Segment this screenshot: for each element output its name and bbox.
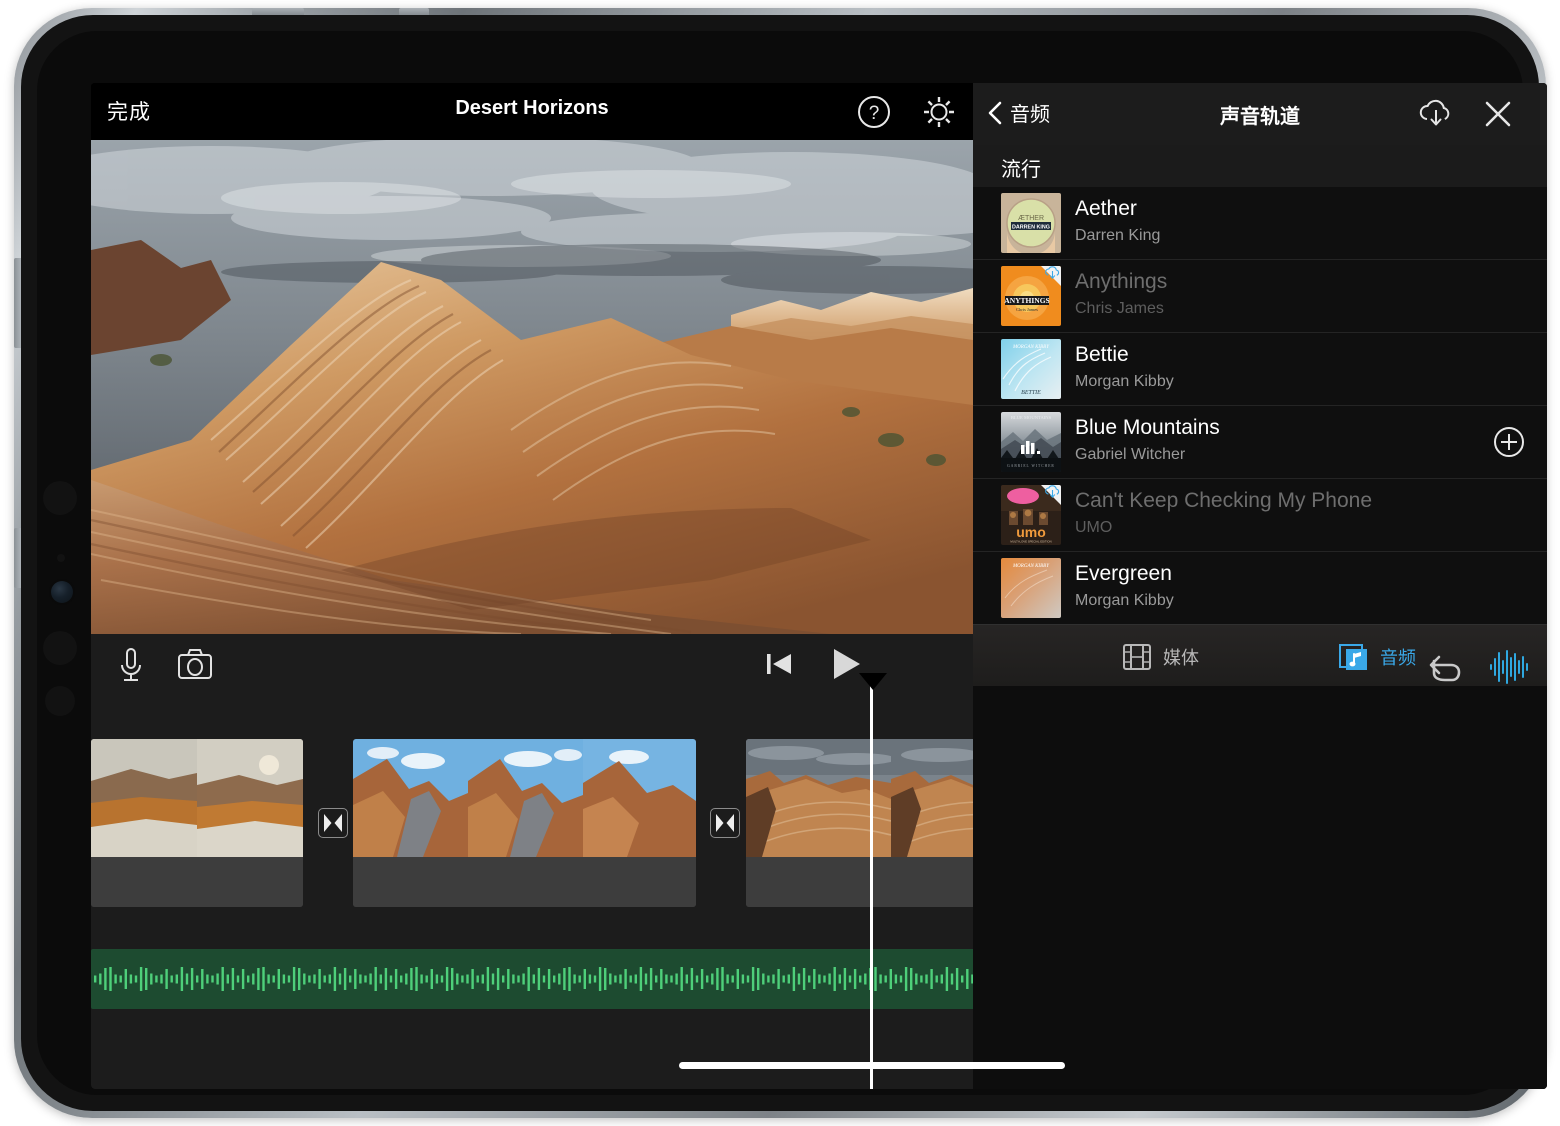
song-artist: Morgan Kibby <box>1075 592 1174 609</box>
transition-icon-2[interactable] <box>710 808 740 838</box>
clip-audio-row <box>353 857 696 907</box>
timeline[interactable] <box>91 650 1547 1089</box>
tab-audio-label: 音频 <box>1380 648 1416 668</box>
sensor-dot-upper <box>43 481 77 515</box>
song-artist: Morgan Kibby <box>1075 373 1174 390</box>
rewind-to-start-button[interactable] <box>761 646 797 682</box>
browser-title: 声音轨道 <box>1220 106 1300 128</box>
song-list[interactable]: ÆTHER DARREN KING Aether Darren King ANY… <box>973 187 1547 624</box>
album-art: umo MULTI-LOVE SPECIAL EDITION <box>1001 485 1061 545</box>
song-title: Anythings <box>1075 270 1168 293</box>
song-row[interactable]: ÆTHER DARREN KING Aether Darren King <box>973 187 1547 260</box>
audio-browser-pane: 音频 声音轨道 流行 ÆTHER DARREN KING Aether Darr… <box>973 83 1547 1089</box>
home-indicator[interactable] <box>679 1062 1065 1069</box>
undo-icon[interactable] <box>1424 647 1464 687</box>
audio-waveform-icon[interactable] <box>1487 647 1529 687</box>
help-icon[interactable]: ? <box>856 94 892 130</box>
svg-text:?: ? <box>869 103 880 124</box>
song-title: Bettie <box>1075 343 1129 366</box>
timeline-toolbar <box>91 634 973 694</box>
playhead-marker[interactable] <box>859 673 887 690</box>
album-art: ANYTHINGS Chris James <box>1001 266 1061 326</box>
section-header-label: 流行 <box>1001 159 1041 181</box>
clip-audio-row <box>91 857 303 907</box>
editor-topbar: 完成 Desert Horizons ? <box>91 83 973 140</box>
sensor-dot-lower <box>45 686 75 716</box>
cloud-download-icon[interactable] <box>1417 97 1455 131</box>
svg-text:DARREN KING: DARREN KING <box>1012 225 1050 231</box>
svg-text:ANYTHINGS: ANYTHINGS <box>1004 296 1049 305</box>
front-camera-icon <box>51 581 73 603</box>
transition-icon-1[interactable] <box>318 808 348 838</box>
svg-text:GABRIEL WITCHER: GABRIEL WITCHER <box>1007 464 1055 468</box>
svg-text:MORGAN KIBBY: MORGAN KIBBY <box>1012 345 1050 350</box>
device-inner-shell: 完成 Desert Horizons ? 音频 声音轨道 流行 ÆTHER DA… <box>21 15 1547 1111</box>
project-title: Desert Horizons <box>455 97 609 119</box>
browser-header: 音频 声音轨道 <box>973 83 1547 146</box>
svg-text:MULTI-LOVE SPECIAL EDITION: MULTI-LOVE SPECIAL EDITION <box>1010 540 1051 544</box>
ipad-screen: 完成 Desert Horizons ? 音频 声音轨道 流行 ÆTHER DA… <box>91 83 1547 1089</box>
song-title: Aether <box>1075 197 1137 220</box>
film-strip-icon <box>1123 644 1151 670</box>
camera-icon[interactable] <box>173 642 217 686</box>
svg-text:ÆTHER: ÆTHER <box>1018 215 1044 222</box>
song-artist: Chris James <box>1075 300 1164 317</box>
section-header: 流行 <box>973 145 1547 187</box>
svg-text:BLUE MOUNTAINS: BLUE MOUNTAINS <box>1011 415 1052 420</box>
timeline-clip-2[interactable] <box>353 739 696 907</box>
album-art: BLUE MOUNTAINS GABRIEL WITCHER <box>1001 412 1061 472</box>
song-artist: Gabriel Witcher <box>1075 446 1186 463</box>
song-title: Can't Keep Checking My Phone <box>1075 489 1373 512</box>
add-song-button[interactable] <box>1493 426 1525 458</box>
song-row[interactable]: MORGAN KIBBY BETTIE Bettie Morgan Kibby <box>973 333 1547 406</box>
album-art: ÆTHER DARREN KING <box>1001 193 1061 253</box>
clip-thumbnails <box>353 739 696 857</box>
tab-audio[interactable]: 音频 <box>1338 637 1416 677</box>
playhead[interactable] <box>870 681 873 1089</box>
song-row[interactable]: BLUE MOUNTAINS GABRIEL WITCHER Blue Moun… <box>973 406 1547 479</box>
song-artist: Darren King <box>1075 227 1161 244</box>
video-preview[interactable] <box>91 140 973 634</box>
sensor-dot-mid <box>43 631 77 665</box>
tab-media-label: 媒体 <box>1163 648 1199 668</box>
song-title: Evergreen <box>1075 562 1172 585</box>
svg-text:MORGAN KIBBY: MORGAN KIBBY <box>1012 564 1050 569</box>
svg-text:umo: umo <box>1016 524 1046 540</box>
imovie-editor-pane: 完成 Desert Horizons ? <box>91 83 1547 1089</box>
song-row[interactable]: umo MULTI-LOVE SPECIAL EDITION Can't Kee… <box>973 479 1547 552</box>
device-bezel: 完成 Desert Horizons ? 音频 声音轨道 流行 ÆTHER DA… <box>37 31 1547 1095</box>
song-artist: UMO <box>1075 519 1113 536</box>
microphone-icon[interactable] <box>109 642 153 686</box>
gear-icon[interactable] <box>921 94 957 130</box>
album-art: MORGAN KIBBY <box>1001 558 1061 618</box>
svg-text:Chris James: Chris James <box>1016 307 1038 312</box>
album-art: MORGAN KIBBY BETTIE <box>1001 339 1061 399</box>
ambient-light-sensor <box>57 554 65 562</box>
close-icon[interactable] <box>1481 97 1515 131</box>
timeline-clip-1[interactable] <box>91 739 303 907</box>
music-note-icon <box>1339 644 1367 670</box>
screenshot-root: 完成 Desert Horizons ? 音频 声音轨道 流行 ÆTHER DA… <box>0 0 1560 1126</box>
tab-media[interactable]: 媒体 <box>1121 637 1199 677</box>
song-row[interactable]: ANYTHINGS Chris James Anythings Chris Ja… <box>973 260 1547 333</box>
ipad-device-frame: 完成 Desert Horizons ? 音频 声音轨道 流行 ÆTHER DA… <box>14 8 1547 1118</box>
clip-thumbnails <box>91 739 303 857</box>
song-row[interactable]: MORGAN KIBBY Evergreen Morgan Kibby <box>973 552 1547 624</box>
browser-background-fill <box>973 686 1547 1089</box>
song-title: Blue Mountains <box>1075 416 1220 439</box>
svg-text:BETTIE: BETTIE <box>1021 390 1041 396</box>
